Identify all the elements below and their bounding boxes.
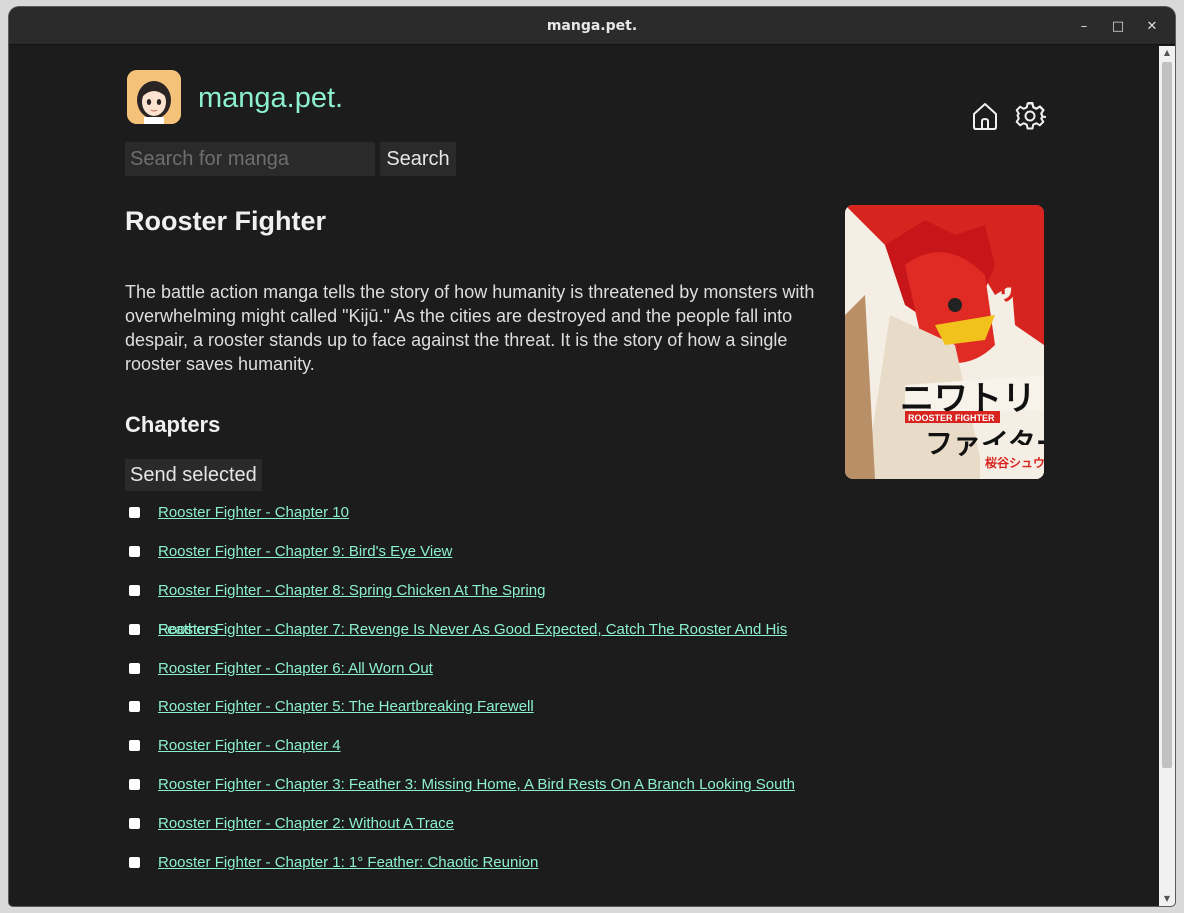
scrollbar-thumb[interactable]	[1162, 62, 1172, 768]
cover-image: ト サ ニワトリ ROOSTER FIGHTER ファイター 桜谷シュウ	[845, 205, 1044, 479]
gear-icon[interactable]	[1014, 100, 1047, 132]
chapter-link[interactable]: Rooster Fighter - Chapter 2: Without A T…	[158, 815, 454, 832]
chapter-link[interactable]: Rooster Fighter - Chapter 6: All Worn Ou…	[158, 660, 433, 677]
title-bar[interactable]: manga.pet. – □ ✕	[9, 7, 1175, 45]
maximize-button[interactable]: □	[1103, 11, 1133, 41]
chapter-checkbox[interactable]	[129, 506, 140, 518]
send-selected-button[interactable]: Send selected	[125, 459, 262, 491]
site-name[interactable]: manga.pet.	[198, 82, 343, 115]
chapters-heading: Chapters	[125, 412, 221, 437]
svg-text:桜谷シュウ: 桜谷シュウ	[985, 455, 1044, 470]
chapter-checkbox[interactable]	[129, 779, 140, 791]
scroll-down-arrow-icon[interactable]: ▼	[1159, 892, 1175, 906]
list-item: Rooster Fighter - Chapter 8: Spring Chic…	[125, 571, 825, 610]
window-title: manga.pet.	[546, 17, 638, 34]
chapter-checkbox[interactable]	[129, 545, 140, 557]
chapter-checkbox[interactable]	[129, 740, 140, 752]
list-item: Rooster Fighter - Chapter 2: Without A T…	[125, 804, 825, 843]
list-item: Rooster Fighter - Chapter 7: Revenge Is …	[125, 610, 825, 649]
vertical-scrollbar[interactable]: ▲ ▼	[1159, 46, 1175, 906]
scroll-up-arrow-icon[interactable]: ▲	[1159, 46, 1175, 60]
chapter-checkbox[interactable]	[129, 856, 140, 868]
search-input[interactable]	[125, 142, 375, 176]
list-item: Rooster Fighter - Chapter 6: All Worn Ou…	[125, 649, 825, 688]
chapter-list: Rooster Fighter - Chapter 10 Rooster Fig…	[125, 493, 825, 882]
close-button[interactable]: ✕	[1137, 11, 1167, 41]
chapter-link[interactable]: Rooster Fighter - Chapter 10	[158, 504, 349, 521]
list-item: Rooster Fighter - Chapter 10	[125, 493, 825, 532]
list-item: Rooster Fighter - Chapter 1: 1° Feather:…	[125, 843, 825, 882]
chapter-link[interactable]: Rooster Fighter - Chapter 5: The Heartbr…	[158, 698, 534, 715]
chapter-link[interactable]: Rooster Fighter - Chapter 7: Revenge Is …	[158, 621, 787, 638]
chapter-link[interactable]: Rooster Fighter - Chapter 1: 1° Feather:…	[158, 854, 538, 871]
minimize-button[interactable]: –	[1069, 11, 1099, 41]
chapter-link[interactable]: Rooster Fighter - Chapter 4	[158, 737, 341, 754]
list-item: Rooster Fighter - Chapter 5: The Heartbr…	[125, 687, 825, 726]
manga-description: The battle action manga tells the story …	[125, 282, 815, 374]
chapter-checkbox[interactable]	[129, 584, 140, 596]
chapter-checkbox[interactable]	[129, 623, 140, 635]
chapter-link[interactable]: Rooster Fighter - Chapter 9: Bird's Eye …	[158, 543, 452, 560]
list-item: Rooster Fighter - Chapter 4	[125, 726, 825, 765]
svg-text:ROOSTER FIGHTER: ROOSTER FIGHTER	[908, 413, 995, 423]
chapter-checkbox[interactable]	[129, 701, 140, 713]
chapter-link[interactable]: Rooster Fighter - Chapter 8: Spring Chic…	[158, 582, 545, 599]
chapter-checkbox[interactable]	[129, 818, 140, 830]
manga-title: Rooster Fighter	[125, 206, 327, 236]
app-window: manga.pet. – □ ✕ manga.pet. Search for m…	[9, 7, 1175, 906]
svg-text:ト: ト	[1023, 219, 1044, 252]
list-item: Rooster Fighter - Chapter 3: Feather 3: …	[125, 765, 825, 804]
chapter-link[interactable]: Rooster Fighter - Chapter 3: Feather 3: …	[158, 776, 795, 793]
search-button[interactable]: Search	[380, 142, 456, 176]
list-item: Rooster Fighter - Chapter 9: Bird's Eye …	[125, 532, 825, 571]
chapter-checkbox[interactable]	[129, 662, 140, 674]
logo-icon[interactable]	[127, 70, 181, 124]
svg-text:サ: サ	[995, 277, 1021, 307]
home-icon[interactable]	[969, 100, 1001, 132]
window-controls: – □ ✕	[1069, 7, 1167, 45]
page-content: manga.pet. Search Rooster Fighter The ba…	[9, 46, 1159, 906]
